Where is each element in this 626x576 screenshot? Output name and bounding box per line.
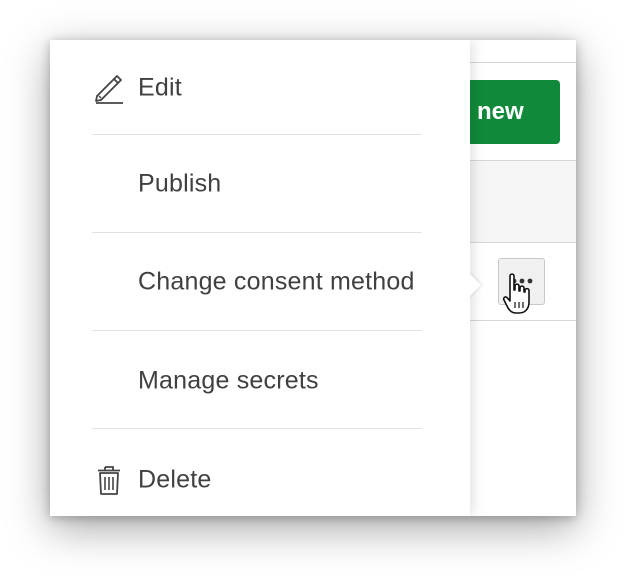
menu-item-publish[interactable]: Publish (92, 154, 422, 214)
menu-item-change-consent-method[interactable]: Change consent method (92, 252, 422, 312)
menu-item-delete[interactable]: Delete (92, 450, 422, 510)
menu-item-label: Manage secrets (138, 366, 319, 395)
menu-divider (92, 428, 422, 429)
context-menu: Edit Publish Change consent method Manag… (50, 40, 470, 516)
hand-pointer-cursor-icon (502, 273, 530, 314)
app-window: new Edit Publish Change consent method M… (50, 40, 576, 516)
pencil-icon (95, 75, 123, 104)
menu-item-label: Publish (138, 169, 222, 198)
menu-divider (92, 330, 422, 331)
menu-item-edit[interactable]: Edit (92, 58, 422, 118)
menu-item-label: Change consent method (138, 267, 415, 296)
menu-pointer-arrow (468, 272, 481, 298)
menu-divider (92, 134, 422, 135)
menu-item-label: Delete (138, 465, 212, 494)
trash-icon (98, 466, 120, 495)
menu-item-label: Edit (138, 73, 182, 102)
menu-item-manage-secrets[interactable]: Manage secrets (92, 351, 422, 411)
menu-divider (92, 232, 422, 233)
